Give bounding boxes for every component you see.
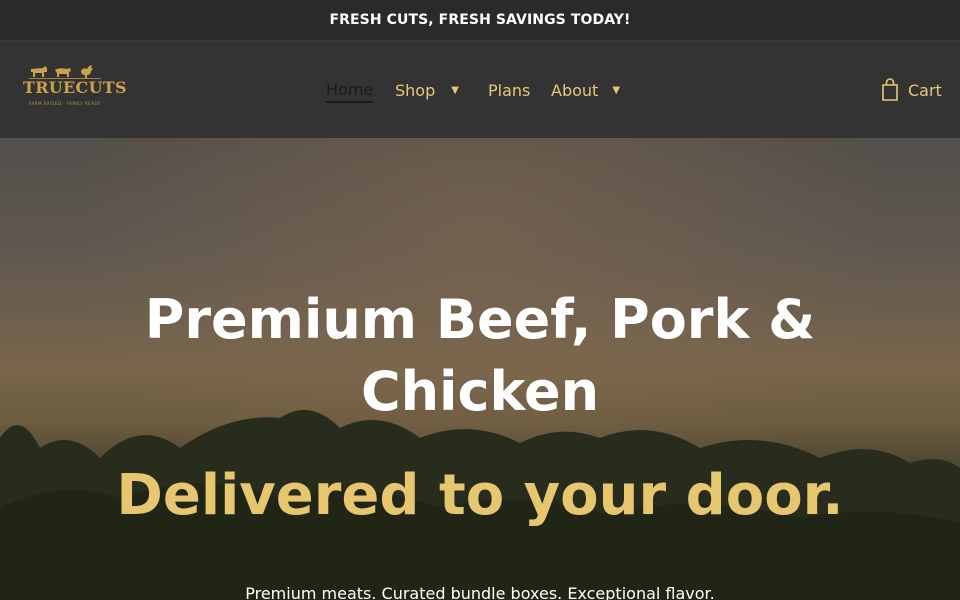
cart-link[interactable]: Cart — [880, 77, 942, 103]
hero-tagline: Premium meats. Curated bundle boxes. Exc… — [245, 584, 715, 600]
nav-plans-label: Plans — [488, 80, 531, 100]
announcement-text: FRESH CUTS, FRESH SAVINGS TODAY! — [329, 12, 631, 28]
nav-home[interactable]: Home — [326, 77, 374, 103]
nav-plans[interactable]: Plans — [488, 77, 530, 103]
nav-about-label: About — [551, 80, 599, 100]
site-header: TRUECUTS FARM RAISED · FAMILY READY Home… — [0, 40, 960, 138]
logo-wordmark: TRUECUTS — [23, 78, 127, 97]
logo[interactable]: TRUECUTS FARM RAISED · FAMILY READY — [23, 63, 127, 111]
nav-about[interactable]: About ▼ — [551, 77, 620, 103]
nav-home-label: Home — [326, 79, 374, 99]
about-caret-icon: ▼ — [612, 84, 621, 96]
nav-shop[interactable]: Shop ▼ — [395, 77, 459, 103]
announcement-bar: FRESH CUTS, FRESH SAVINGS TODAY! — [0, 0, 960, 40]
shop-caret-icon: ▼ — [451, 84, 459, 96]
nav-shop-label: Shop — [395, 80, 436, 100]
hero-title: Premium Beef, Pork & Chicken — [144, 288, 816, 423]
logo-tagline: FARM RAISED · FAMILY READY — [29, 101, 101, 106]
hero-subtitle: Delivered to your door. — [116, 463, 844, 528]
cart-label: Cart — [908, 80, 942, 100]
shopping-bag-icon — [882, 78, 898, 101]
hero-banner: Premium Beef, Pork & Chicken Delivered t… — [0, 138, 960, 600]
farm-animals-icon — [29, 65, 101, 79]
